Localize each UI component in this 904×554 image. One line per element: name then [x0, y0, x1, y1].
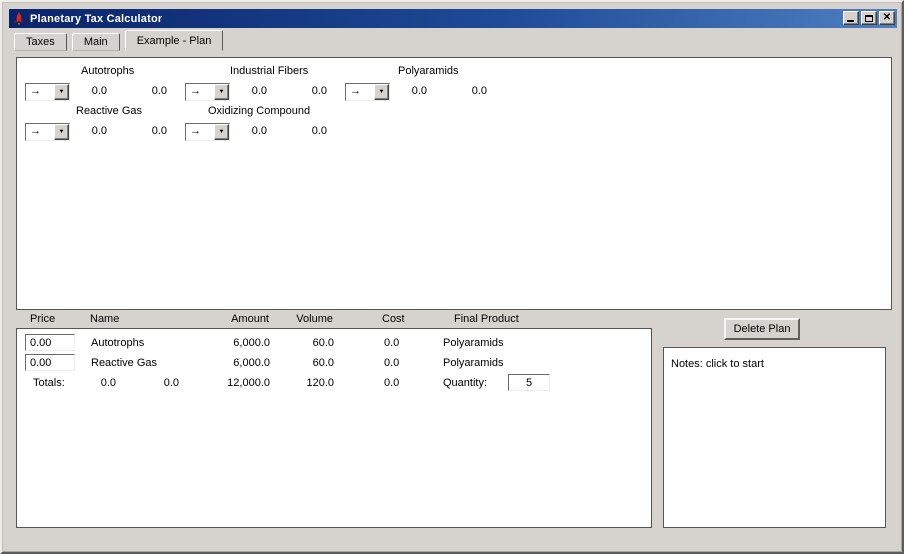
material-value: 0.0 — [471, 85, 487, 97]
totals-amount: 12,000.0 — [227, 377, 270, 389]
combo-selected-value: → — [350, 85, 361, 97]
totals-extra: 0.0 — [163, 377, 179, 389]
cell-cost: 0.0 — [384, 337, 400, 349]
cell-volume: 60.0 — [312, 357, 334, 369]
combo-selected-value: → — [190, 85, 201, 97]
minimize-button[interactable] — [843, 11, 859, 25]
minimize-icon — [847, 20, 854, 22]
cell-name: Reactive Gas — [91, 357, 158, 369]
route-combo[interactable]: → ▼ — [25, 83, 70, 101]
chevron-down-icon: ▼ — [58, 129, 65, 135]
material-value: 0.0 — [411, 85, 427, 97]
column-header-name: Name — [90, 313, 120, 325]
material-label: Autotrophs — [81, 65, 135, 77]
combo-selected-value: → — [190, 125, 201, 137]
material-label: Oxidizing Compound — [208, 105, 311, 117]
column-header-amount: Amount — [231, 313, 269, 325]
combo-selected-value: → — [30, 85, 41, 97]
title-bar[interactable]: Planetary Tax Calculator ✕ — [9, 9, 897, 28]
totals-cost: 0.0 — [384, 377, 400, 389]
material-value: 0.0 — [91, 85, 107, 97]
maximize-icon — [865, 14, 873, 22]
column-header-cost: Cost — [382, 313, 405, 325]
notes-text: Notes: click to start — [671, 358, 764, 370]
cell-cost: 0.0 — [384, 357, 400, 369]
route-combo[interactable]: → ▼ — [345, 83, 390, 101]
totals-label: Totals: — [33, 377, 65, 389]
material-label: Industrial Fibers — [230, 65, 309, 77]
tab-example-plan[interactable]: Example - Plan — [124, 30, 224, 51]
material-value: 0.0 — [151, 125, 167, 137]
cell-final-product: Polyaramids — [443, 337, 504, 349]
notes-panel[interactable]: Notes: click to start — [663, 347, 886, 528]
chevron-down-icon: ▼ — [218, 89, 225, 95]
material-value: 0.0 — [151, 85, 167, 97]
cell-volume: 60.0 — [312, 337, 334, 349]
quantity-label: Quantity: — [443, 377, 488, 389]
column-header-final-product: Final Product — [454, 313, 519, 325]
plan-panel: Autotrophs Industrial Fibers Polyaramids… — [16, 57, 892, 310]
close-button[interactable]: ✕ — [879, 11, 895, 25]
material-value: 0.0 — [311, 125, 327, 137]
column-header-price: Price — [30, 313, 56, 325]
material-value: 0.0 — [251, 125, 267, 137]
price-input[interactable] — [25, 334, 75, 351]
tab-strip: Taxes Main Example - Plan — [14, 30, 890, 51]
rocket-icon — [12, 11, 26, 26]
material-value: 0.0 — [251, 85, 267, 97]
cell-amount: 6,000.0 — [233, 337, 270, 349]
totals-price: 0.0 — [100, 377, 116, 389]
route-combo[interactable]: → ▼ — [185, 83, 230, 101]
chevron-down-icon: ▼ — [378, 89, 385, 95]
price-input[interactable] — [25, 354, 75, 371]
material-value: 0.0 — [311, 85, 327, 97]
material-label: Reactive Gas — [76, 105, 143, 117]
route-combo[interactable]: → ▼ — [185, 123, 230, 141]
material-value: 0.0 — [91, 125, 107, 137]
chevron-down-icon: ▼ — [58, 89, 65, 95]
column-header-volume: Volume — [296, 313, 333, 325]
close-icon: ✕ — [882, 11, 892, 23]
material-label: Polyaramids — [398, 65, 459, 77]
tab-main[interactable]: Main — [71, 33, 120, 51]
tab-taxes[interactable]: Taxes — [14, 33, 67, 51]
combo-selected-value: → — [30, 125, 41, 137]
cell-amount: 6,000.0 — [233, 357, 270, 369]
quantity-input[interactable] — [508, 374, 550, 391]
route-combo[interactable]: → ▼ — [25, 123, 70, 141]
chevron-down-icon: ▼ — [218, 129, 225, 135]
cell-name: Autotrophs — [91, 337, 145, 349]
materials-table: Autotrophs 6,000.0 60.0 0.0 Polyaramids … — [16, 328, 652, 528]
app-window: Planetary Tax Calculator ✕ Taxes Main Ex… — [0, 0, 904, 554]
totals-volume: 120.0 — [306, 377, 334, 389]
delete-plan-button[interactable]: Delete Plan — [724, 318, 800, 340]
cell-final-product: Polyaramids — [443, 357, 504, 369]
maximize-button[interactable] — [861, 11, 877, 25]
window-title: Planetary Tax Calculator — [30, 12, 163, 25]
